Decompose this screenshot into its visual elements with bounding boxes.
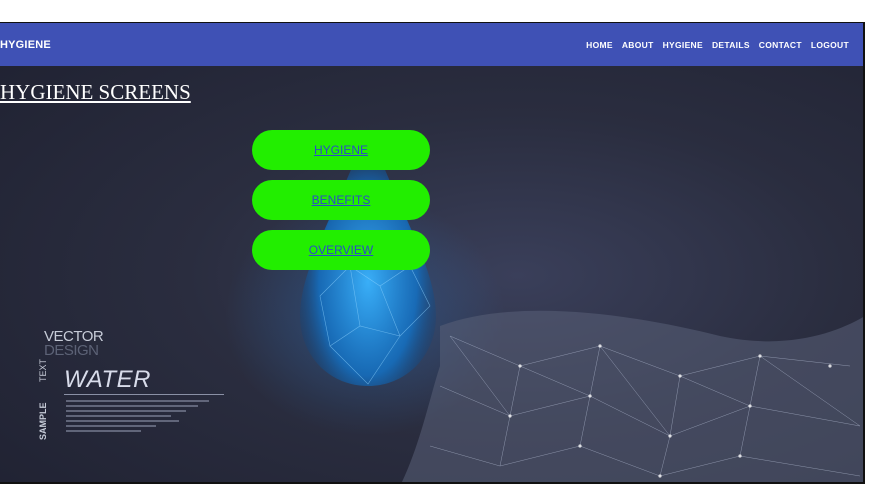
page-title: HYGIENE SCREENS	[0, 80, 191, 104]
nav-link-about[interactable]: ABOUT	[622, 40, 654, 50]
top-navbar: HYGIENE HOME ABOUT HYGIENE DETAILS CONTA…	[0, 23, 863, 66]
water-label: WATER	[64, 366, 151, 393]
design-label: DESIGN	[44, 342, 99, 359]
nav-link-logout[interactable]: LOGOUT	[811, 40, 849, 50]
nav-links: HOME ABOUT HYGIENE DETAILS CONTACT LOGOU…	[586, 40, 849, 50]
nav-link-details[interactable]: DETAILS	[712, 40, 750, 50]
text-side-label: TEXT	[38, 358, 48, 382]
page-frame: HYGIENE HOME ABOUT HYGIENE DETAILS CONTA…	[0, 22, 865, 484]
divider-rule	[64, 394, 224, 395]
benefits-link[interactable]: BENEFITS	[312, 193, 371, 207]
nav-link-home[interactable]: HOME	[586, 40, 613, 50]
navbar-brand[interactable]: HYGIENE	[0, 39, 51, 51]
hygiene-button[interactable]: HYGIENE	[252, 130, 430, 170]
nav-link-hygiene[interactable]: HYGIENE	[663, 40, 703, 50]
hygiene-link[interactable]: HYGIENE	[314, 143, 368, 157]
overview-button[interactable]: OVERVIEW	[252, 230, 430, 270]
sample-side-label: SAMPLE	[38, 402, 48, 440]
placeholder-text-lines	[66, 400, 216, 435]
overview-link[interactable]: OVERVIEW	[309, 243, 373, 257]
benefits-button[interactable]: BENEFITS	[252, 180, 430, 220]
nav-link-contact[interactable]: CONTACT	[759, 40, 802, 50]
